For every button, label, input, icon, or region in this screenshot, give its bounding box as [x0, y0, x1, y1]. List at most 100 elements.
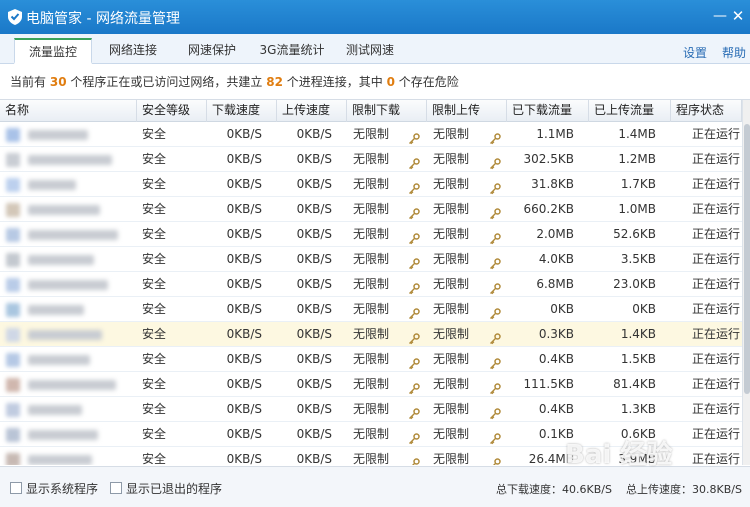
table-row[interactable]: 安全 0KB/S 0KB/S 无限制 无限制 4.0KB 3.5KB 正在运行 [0, 247, 742, 272]
upload-speed: 0KB/S [296, 427, 332, 441]
column-header-download-speed[interactable]: 下载速度 [207, 100, 277, 122]
tab-network-connections[interactable]: 网络连接 [96, 38, 170, 64]
downloaded-total: 2.0MB [536, 227, 574, 241]
column-header-status[interactable]: 程序状态 [671, 100, 742, 122]
column-header-security[interactable]: 安全等级 [137, 100, 207, 122]
show-system-label: 显示系统程序 [26, 482, 99, 496]
upload-speed: 0KB/S [296, 277, 332, 291]
summary-mid1: 个程序正在或已访问过网络，共建立 [70, 75, 263, 89]
program-icon [6, 153, 20, 167]
limit-upload-key-icon[interactable] [489, 397, 501, 422]
limit-upload-key-icon[interactable] [489, 297, 501, 322]
column-header-limit-download[interactable]: 限制下载 [347, 100, 427, 122]
limit-download-key-icon[interactable] [408, 272, 420, 297]
limit-download-key-icon[interactable] [408, 397, 420, 422]
table-row[interactable]: 安全 0KB/S 0KB/S 无限制 无限制 0KB 0KB 正在运行 [0, 297, 742, 322]
limit-download-key-icon[interactable] [408, 372, 420, 397]
tab-3g-statistics[interactable]: 3G流量统计 [252, 38, 332, 64]
table-row[interactable]: 安全 0KB/S 0KB/S 无限制 无限制 111.5KB 81.4KB 正在运行 [0, 372, 742, 397]
limit-upload-key-icon[interactable] [489, 222, 501, 247]
limit-download-key-icon[interactable] [408, 422, 420, 447]
settings-link[interactable]: 设置 [683, 44, 707, 61]
program-status: 正在运行 [691, 152, 740, 166]
column-header-name[interactable]: 名称 [0, 100, 137, 122]
program-name [0, 422, 136, 447]
table-row[interactable]: 安全 0KB/S 0KB/S 无限制 无限制 0.4KB 1.5KB 正在运行 [0, 347, 742, 372]
uploaded-total: 1.5KB [620, 352, 656, 366]
limit-upload-key-icon[interactable] [489, 122, 501, 147]
download-speed: 0KB/S [226, 327, 262, 341]
table-row[interactable]: 安全 0KB/S 0KB/S 无限制 无限制 0.4KB 1.3KB 正在运行 [0, 397, 742, 422]
limit-download: 无限制 [353, 402, 390, 416]
program-name [0, 347, 136, 372]
program-name-blurred [28, 330, 102, 340]
table-row[interactable]: 安全 0KB/S 0KB/S 无限制 无限制 302.5KB 1.2MB 正在运行 [0, 147, 742, 172]
program-name [0, 222, 136, 247]
program-name [0, 322, 136, 347]
column-header-uploaded[interactable]: 已上传流量 [589, 100, 671, 122]
limit-upload-key-icon[interactable] [489, 172, 501, 197]
scrollbar-thumb[interactable] [744, 124, 750, 394]
table-row[interactable]: 安全 0KB/S 0KB/S 无限制 无限制 0.3KB 1.4KB 正在运行 [0, 322, 742, 347]
tab-speed-protection[interactable]: 网速保护 [176, 38, 248, 64]
vertical-scrollbar[interactable] [742, 100, 750, 465]
help-link[interactable]: 帮助 [722, 44, 746, 61]
program-name [0, 272, 136, 297]
download-speed: 0KB/S [226, 302, 262, 316]
column-header-upload-speed[interactable]: 上传速度 [277, 100, 347, 122]
table-row[interactable]: 安全 0KB/S 0KB/S 无限制 无限制 2.0MB 52.6KB 正在运行 [0, 222, 742, 247]
downloaded-total: 0.3KB [538, 327, 574, 341]
limit-upload-key-icon[interactable] [489, 197, 501, 222]
uploaded-total: 1.4MB [618, 127, 656, 141]
program-name [0, 297, 136, 322]
limit-upload-key-icon[interactable] [489, 372, 501, 397]
limit-download: 无限制 [353, 127, 390, 141]
limit-upload-key-icon[interactable] [489, 272, 501, 297]
limit-download-key-icon[interactable] [408, 347, 420, 372]
show-exited-checkbox[interactable] [110, 482, 122, 494]
limit-download-key-icon[interactable] [408, 447, 420, 465]
program-name-blurred [28, 380, 116, 390]
upload-speed: 0KB/S [296, 252, 332, 266]
program-icon [6, 228, 20, 242]
column-header-limit-upload[interactable]: 限制上传 [427, 100, 507, 122]
upload-speed: 0KB/S [296, 127, 332, 141]
limit-download-key-icon[interactable] [408, 247, 420, 272]
security-level: 安全 [142, 127, 167, 141]
limit-upload-key-icon[interactable] [489, 422, 501, 447]
table-row[interactable]: 安全 0KB/S 0KB/S 无限制 无限制 6.8MB 23.0KB 正在运行 [0, 272, 742, 297]
minimize-button[interactable]: — [712, 8, 728, 24]
limit-upload-key-icon[interactable] [489, 447, 501, 465]
limit-upload-key-icon[interactable] [489, 347, 501, 372]
table-row[interactable]: 安全 0KB/S 0KB/S 无限制 无限制 31.8KB 1.7KB 正在运行 [0, 172, 742, 197]
table-row[interactable]: 安全 0KB/S 0KB/S 无限制 无限制 1.1MB 1.4MB 正在运行 [0, 122, 742, 147]
limit-upload: 无限制 [433, 452, 470, 465]
limit-download-key-icon[interactable] [408, 222, 420, 247]
program-name [0, 397, 136, 422]
show-system-checkbox[interactable] [10, 482, 22, 494]
program-name [0, 247, 136, 272]
program-name [0, 122, 136, 147]
upload-speed: 0KB/S [296, 327, 332, 341]
table-row[interactable]: 安全 0KB/S 0KB/S 无限制 无限制 660.2KB 1.0MB 正在运行 [0, 197, 742, 222]
column-header-downloaded[interactable]: 已下载流量 [507, 100, 589, 122]
downloaded-total: 31.8KB [531, 177, 574, 191]
limit-download-key-icon[interactable] [408, 297, 420, 322]
limit-download-key-icon[interactable] [408, 147, 420, 172]
limit-download-key-icon[interactable] [408, 197, 420, 222]
tab-speed-test[interactable]: 测试网速 [338, 38, 402, 64]
close-button[interactable]: ✕ [730, 8, 746, 24]
limit-upload-key-icon[interactable] [489, 247, 501, 272]
program-name [0, 447, 136, 465]
program-icon [6, 453, 20, 465]
limit-download-key-icon[interactable] [408, 322, 420, 347]
limit-download-key-icon[interactable] [408, 122, 420, 147]
limit-upload-key-icon[interactable] [489, 147, 501, 172]
limit-download-key-icon[interactable] [408, 172, 420, 197]
tab-traffic-monitor[interactable]: 流量监控 [14, 38, 92, 64]
uploaded-total: 1.2MB [618, 152, 656, 166]
upload-speed: 0KB/S [296, 227, 332, 241]
footer-bar: 显示系统程序 显示已退出的程序 总下载速度：40.6KB/S 总上传速度：30.… [0, 466, 750, 507]
limit-upload-key-icon[interactable] [489, 322, 501, 347]
limit-download: 无限制 [353, 177, 390, 191]
